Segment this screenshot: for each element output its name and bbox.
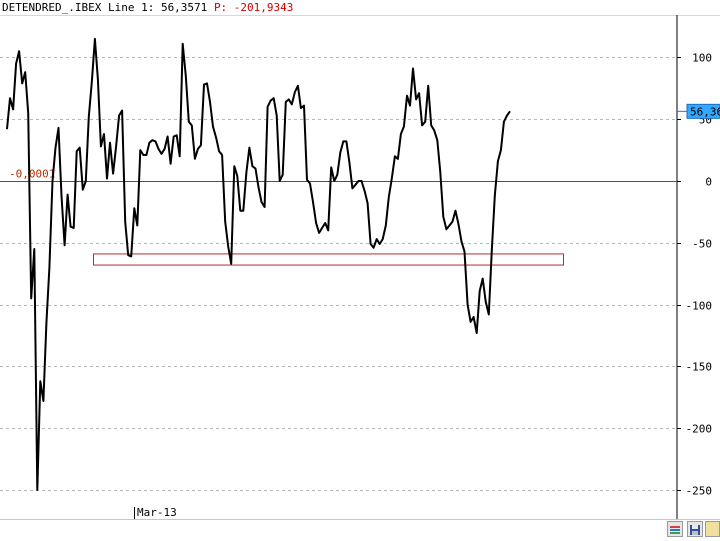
series-line-group bbox=[6, 37, 511, 491]
line-chart[interactable]: -0,0001 100500-50-100-150-200-25056,36 M… bbox=[0, 0, 720, 540]
reference-line-label: -0,0001 bbox=[9, 168, 55, 181]
y-tick-label: 0 bbox=[705, 176, 712, 189]
settings-icon[interactable] bbox=[705, 521, 720, 537]
floppy-glyph bbox=[690, 525, 700, 535]
annotation-rect-group bbox=[93, 253, 564, 266]
save-icon[interactable] bbox=[687, 521, 703, 537]
current-value-label: 56,36 bbox=[690, 105, 720, 118]
support-zone-rect[interactable] bbox=[93, 253, 564, 266]
palette-glyph bbox=[670, 526, 680, 534]
color-palette-icon[interactable] bbox=[667, 521, 683, 537]
bottom-toolbar bbox=[0, 519, 720, 541]
series-line-1[interactable] bbox=[6, 37, 511, 491]
y-tick-label: 100 bbox=[692, 52, 712, 65]
y-tick-label: -100 bbox=[686, 300, 713, 313]
y-tick-label: -150 bbox=[686, 361, 713, 374]
grid-lines bbox=[0, 15, 678, 519]
y-axis: 100500-50-100-150-200-25056,36 bbox=[677, 52, 720, 498]
y-tick-label: -200 bbox=[686, 423, 713, 436]
x-month-label: Mar-13 bbox=[137, 506, 177, 519]
y-tick-label: -50 bbox=[692, 238, 712, 251]
y-tick-label: -250 bbox=[686, 485, 713, 498]
